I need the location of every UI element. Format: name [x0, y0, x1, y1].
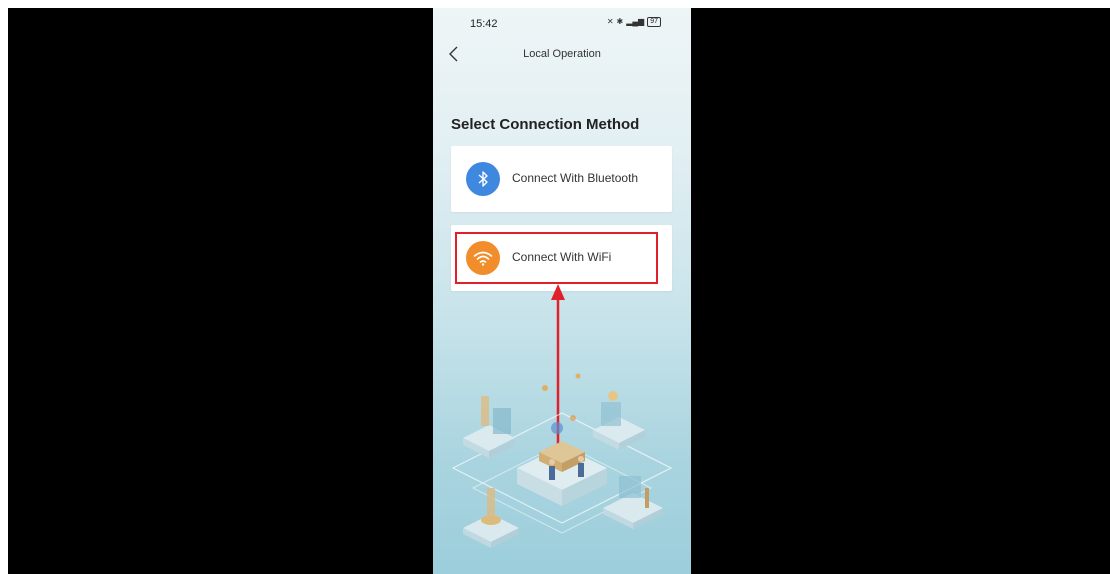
connect-bluetooth-button[interactable]: Connect With Bluetooth	[451, 146, 672, 212]
bluetooth-icon	[466, 162, 500, 196]
page-border-top	[0, 0, 1110, 8]
page-title: Local Operation	[523, 48, 601, 60]
phone-screen: 15:42 ✕ ✱ ▂▄▆ 97 Local Operation Select …	[433, 8, 691, 574]
status-icons: ✕ ✱ ▂▄▆ 97	[607, 17, 661, 27]
status-time: 15:42	[470, 18, 498, 30]
highlight-box	[455, 232, 658, 284]
bluetooth-status-icon: ✱	[616, 17, 624, 26]
battery-icon: 97	[647, 17, 661, 27]
isometric-illustration	[451, 373, 673, 548]
section-title: Select Connection Method	[451, 116, 640, 133]
bluetooth-option-label: Connect With Bluetooth	[512, 171, 639, 185]
nav-bar: Local Operation	[433, 42, 691, 68]
page-border-left	[0, 0, 8, 574]
signal-icon: ▂▄▆	[626, 17, 645, 26]
mute-icon: ✕	[606, 17, 614, 26]
status-bar: 15:42 ✕ ✱ ▂▄▆ 97	[433, 8, 691, 38]
